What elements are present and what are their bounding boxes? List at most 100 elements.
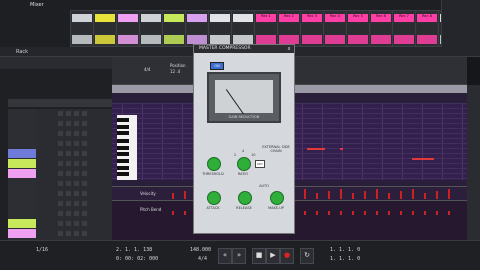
velocity-bar[interactable]: [184, 191, 186, 199]
channel-insert[interactable]: [256, 24, 276, 33]
track-button[interactable]: [82, 201, 87, 206]
track-button[interactable]: [74, 171, 79, 176]
channel-insert[interactable]: [371, 24, 391, 33]
track-button[interactable]: [66, 201, 71, 206]
vertical-scrollbar[interactable]: [467, 85, 480, 240]
pitchbend-mark[interactable]: [376, 211, 378, 215]
key-button[interactable]: KEY: [255, 160, 265, 168]
track-button[interactable]: [58, 121, 63, 126]
mixer-channel[interactable]: [116, 10, 140, 47]
mixer-channel[interactable]: Rec 6: [369, 10, 393, 47]
channel-insert[interactable]: [325, 24, 345, 33]
track-button[interactable]: [58, 171, 63, 176]
track-button[interactable]: [74, 151, 79, 156]
velocity-bar[interactable]: [172, 193, 174, 199]
pitchbend-mark[interactable]: [316, 211, 318, 215]
channel-insert[interactable]: [394, 24, 414, 33]
mixer-channel[interactable]: [70, 10, 94, 47]
black-key[interactable]: [117, 125, 129, 129]
channel-insert[interactable]: [187, 24, 207, 33]
signature-display-transport[interactable]: 4/4: [198, 256, 207, 262]
loop-button[interactable]: ↻: [300, 248, 314, 264]
pitchbend-mark[interactable]: [328, 211, 330, 215]
track-button[interactable]: [74, 111, 79, 116]
attack-knob[interactable]: [207, 191, 221, 205]
track-button[interactable]: [66, 211, 71, 216]
track-button[interactable]: [82, 171, 87, 176]
pitchbend-mark[interactable]: [388, 211, 390, 215]
on-button[interactable]: ON: [210, 62, 224, 70]
track-button[interactable]: [58, 201, 63, 206]
track-button[interactable]: [82, 151, 87, 156]
track-button[interactable]: [66, 181, 71, 186]
midi-note[interactable]: [412, 158, 434, 160]
black-key[interactable]: [117, 131, 129, 135]
close-button[interactable]: x: [286, 46, 292, 52]
channel-insert[interactable]: [210, 24, 230, 33]
mixer-master-section[interactable]: [441, 0, 480, 47]
velocity-bar[interactable]: [424, 193, 426, 199]
track-button[interactable]: [66, 231, 71, 236]
velocity-bar[interactable]: [316, 193, 318, 199]
record-button[interactable]: ●: [280, 248, 294, 264]
mixer-channel[interactable]: Rec 2: [277, 10, 301, 47]
channel-insert[interactable]: [141, 24, 161, 33]
song-position-display[interactable]: 2. 1. 1. 138: [116, 247, 152, 253]
channel-insert[interactable]: [233, 24, 253, 33]
velocity-bar[interactable]: [364, 191, 366, 199]
channel-insert[interactable]: [302, 24, 322, 33]
velocity-bar[interactable]: [412, 189, 414, 199]
track-button[interactable]: [66, 151, 71, 156]
mixer-channel[interactable]: Rec 8: [415, 10, 439, 47]
track-button[interactable]: [66, 221, 71, 226]
velocity-bar[interactable]: [376, 189, 378, 199]
pitchbend-mark[interactable]: [340, 211, 342, 215]
track-button[interactable]: [58, 131, 63, 136]
black-key[interactable]: [117, 152, 129, 156]
track-button[interactable]: [82, 191, 87, 196]
velocity-bar[interactable]: [340, 189, 342, 199]
mixer-channel[interactable]: Rec 1: [254, 10, 278, 47]
pitchbend-mark[interactable]: [412, 211, 414, 215]
pitchbend-mark[interactable]: [304, 211, 306, 215]
track-button[interactable]: [58, 221, 63, 226]
pitchbend-mark[interactable]: [436, 211, 438, 215]
makeup-knob[interactable]: [270, 191, 284, 205]
mixer-channel[interactable]: [162, 10, 186, 47]
track-button[interactable]: [74, 161, 79, 166]
mixer-channel[interactable]: [185, 10, 209, 47]
pitchbend-mark[interactable]: [364, 211, 366, 215]
track-button[interactable]: [74, 231, 79, 236]
channel-insert[interactable]: [72, 24, 92, 33]
track-button[interactable]: [82, 161, 87, 166]
velocity-bar[interactable]: [388, 193, 390, 199]
track-button[interactable]: [58, 161, 63, 166]
midi-note[interactable]: [307, 148, 325, 150]
mixer-channel[interactable]: Rec 7: [392, 10, 416, 47]
track-button[interactable]: [58, 181, 63, 186]
track-button[interactable]: [82, 211, 87, 216]
track-button[interactable]: [82, 141, 87, 146]
track-button[interactable]: [74, 131, 79, 136]
mixer-channel[interactable]: Rec 4: [323, 10, 347, 47]
track-button[interactable]: [74, 121, 79, 126]
channel-insert[interactable]: [348, 24, 368, 33]
track-button[interactable]: [66, 161, 71, 166]
channel-insert[interactable]: [279, 24, 299, 33]
track-button[interactable]: [82, 131, 87, 136]
velocity-bar[interactable]: [448, 189, 450, 199]
track-button[interactable]: [58, 151, 63, 156]
release-knob[interactable]: [238, 191, 252, 205]
tempo-display[interactable]: 148.000: [190, 247, 211, 253]
ratio-knob[interactable]: [237, 157, 251, 171]
track-button[interactable]: [66, 171, 71, 176]
mixer-channel[interactable]: Rec 5: [346, 10, 370, 47]
channel-insert[interactable]: [118, 24, 138, 33]
track-button[interactable]: [82, 231, 87, 236]
stop-button[interactable]: ■: [252, 248, 266, 264]
track-button[interactable]: [66, 191, 71, 196]
track-button[interactable]: [74, 221, 79, 226]
track-button[interactable]: [66, 141, 71, 146]
mixer-channel[interactable]: [139, 10, 163, 47]
track-button[interactable]: [74, 181, 79, 186]
